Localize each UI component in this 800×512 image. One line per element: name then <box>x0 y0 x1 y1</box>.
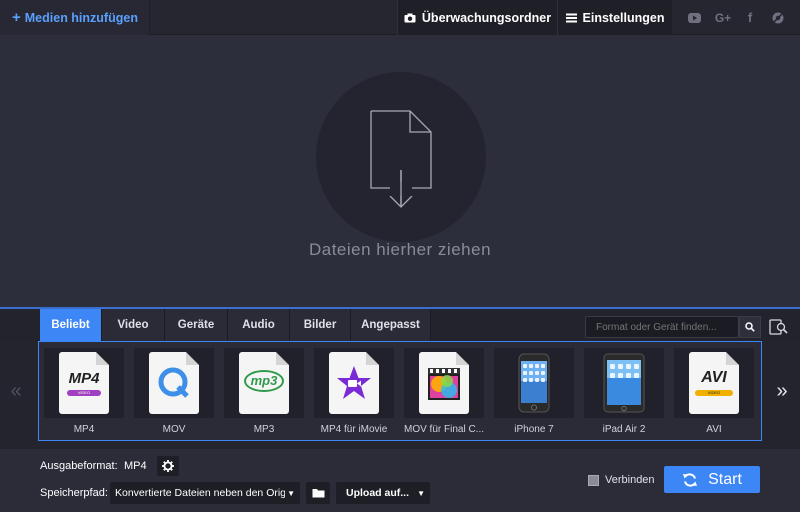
tab-video[interactable]: Video <box>102 309 165 341</box>
watch-folder-label: Überwachungsordner <box>421 10 552 25</box>
chevron-down-icon: ▼ <box>417 488 425 498</box>
quicktime-file-icon <box>134 348 214 418</box>
format-list: MP4 VIDEO MP4 MOV mp3 MP3 MP4 für iMovie… <box>38 341 762 441</box>
watch-folder-button[interactable]: Überwachungsordner <box>397 0 557 35</box>
device-search-icon <box>769 319 788 335</box>
output-format-value: MP4 <box>124 460 147 472</box>
checkbox-box[interactable] <box>588 474 599 486</box>
plus-icon: + <box>12 9 21 26</box>
add-media-label: Medien hinzufügen <box>24 10 138 25</box>
drop-hint: Dateien hierher ziehen <box>308 240 492 259</box>
tab-beliebt[interactable]: Beliebt <box>40 309 102 341</box>
format-label: MOV für Final C... <box>404 424 484 435</box>
imovie-file-icon <box>314 348 394 418</box>
tab-audio[interactable]: Audio <box>228 309 290 341</box>
save-path-select[interactable]: Konvertierte Dateien neben den Originale… <box>110 482 300 504</box>
folder-icon <box>312 489 324 498</box>
tab-angepasst[interactable]: Angepasst <box>351 309 431 341</box>
format-label: MP4 für iMovie <box>320 424 388 435</box>
facebook-icon[interactable]: f <box>737 0 763 35</box>
format-item-iphone7[interactable]: iPhone 7 <box>494 348 574 438</box>
settings-label: Einstellungen <box>582 10 665 25</box>
output-settings-bar: Ausgabeformat: MP4 Speicherpfad: Konvert… <box>0 449 800 512</box>
start-label: Start <box>708 470 742 488</box>
format-item-imovie[interactable]: MP4 für iMovie <box>314 348 394 438</box>
join-files-checkbox[interactable]: Verbinden <box>588 474 655 486</box>
gear-icon <box>162 460 174 472</box>
upload-to-dropdown[interactable]: Upload auf... ▼ <box>336 482 430 504</box>
settings-button[interactable]: Einstellungen <box>557 0 672 35</box>
output-format-label: Ausgabeformat: <box>40 460 118 472</box>
final-cut-file-icon <box>404 348 484 418</box>
save-path-label: Speicherpfad: <box>40 487 108 499</box>
drop-circle <box>316 72 486 242</box>
search-icon <box>745 322 755 332</box>
carousel-prev-button[interactable]: « <box>0 341 32 441</box>
tab-bilder[interactable]: Bilder <box>290 309 351 341</box>
format-label: iPhone 7 <box>514 424 554 435</box>
format-label: AVI <box>706 424 722 435</box>
file-download-icon <box>370 110 432 208</box>
start-button[interactable]: Start <box>664 466 760 493</box>
chevron-down-icon: ▼ <box>287 488 295 498</box>
format-item-mov[interactable]: MOV <box>134 348 214 438</box>
drop-zone[interactable]: Dateien hierher ziehen <box>0 35 800 307</box>
avi-file-icon: AVI VIDEO <box>674 348 754 418</box>
ipad-device-icon <box>584 348 664 418</box>
convert-refresh-icon <box>682 472 698 488</box>
save-path-value: Konvertierte Dateien neben den Originale… <box>115 487 285 499</box>
format-label: MP4 <box>73 424 95 435</box>
format-item-final-cut[interactable]: MOV für Final C... <box>404 348 484 438</box>
mp4-file-icon: MP4 VIDEO <box>44 348 124 418</box>
format-item-ipad-air2[interactable]: iPad Air 2 <box>584 348 664 438</box>
hamburger-icon <box>565 13 577 22</box>
vk-icon[interactable] <box>765 0 791 35</box>
format-carousel: « » MP4 VIDEO MP4 MOV mp3 MP3 MP4 für iM… <box>0 341 800 449</box>
format-label: iPad Air 2 <box>602 424 646 435</box>
format-label: MP3 <box>253 424 275 435</box>
mp3-file-icon: mp3 <box>224 348 304 418</box>
format-label: MOV <box>162 424 186 435</box>
format-item-avi[interactable]: AVI VIDEO AVI <box>674 348 754 438</box>
format-search-input[interactable] <box>585 316 739 338</box>
detect-device-button[interactable] <box>767 316 791 338</box>
youtube-icon[interactable] <box>681 0 707 35</box>
add-media-button[interactable]: + Medien hinzufügen <box>0 0 150 35</box>
camera-folder-icon <box>404 13 416 22</box>
format-item-mp4[interactable]: MP4 VIDEO MP4 <box>44 348 124 438</box>
google-plus-icon[interactable]: G+ <box>710 0 736 35</box>
tab-geraete[interactable]: Geräte <box>165 309 228 341</box>
format-category-tabs: Beliebt Video Geräte Audio Bilder Angepa… <box>0 307 800 341</box>
format-settings-button[interactable] <box>157 456 179 476</box>
format-item-mp3[interactable]: mp3 MP3 <box>224 348 304 438</box>
iphone-device-icon <box>494 348 574 418</box>
upload-label: Upload auf... <box>346 487 409 499</box>
open-folder-button[interactable] <box>306 482 330 504</box>
search-button[interactable] <box>739 316 761 338</box>
top-toolbar: + Medien hinzufügen Überwachungsordner E… <box>0 0 800 35</box>
join-label: Verbinden <box>605 474 655 486</box>
carousel-next-button[interactable]: » <box>766 341 798 441</box>
